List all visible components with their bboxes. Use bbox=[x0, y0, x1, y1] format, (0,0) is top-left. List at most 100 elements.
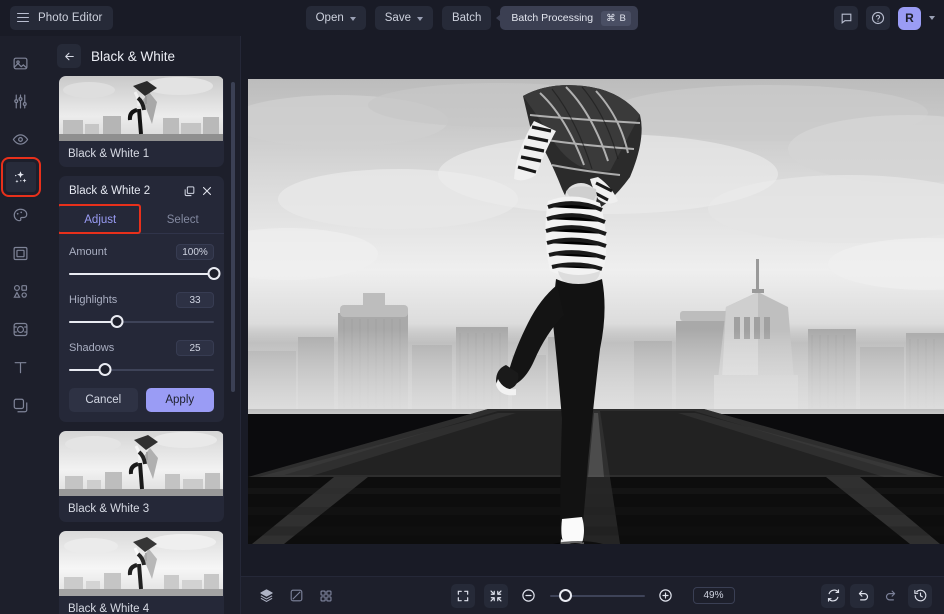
panel-scroll-area[interactable]: Black & White 1 Black & White 2 Adjust S… bbox=[41, 76, 240, 614]
canvas-area[interactable] bbox=[241, 36, 944, 576]
effects-panel: Black & White Black & White 1 Black & Wh… bbox=[41, 36, 241, 614]
grid-view-icon bbox=[319, 589, 333, 603]
fit-to-screen-button[interactable] bbox=[450, 583, 475, 608]
rail-item-focus-filter[interactable] bbox=[6, 314, 36, 344]
compare-split-icon bbox=[289, 588, 304, 603]
zoom-in-button[interactable] bbox=[654, 584, 678, 608]
action-buttons: Cancel Apply bbox=[69, 388, 214, 412]
history-button[interactable] bbox=[908, 583, 932, 608]
layers-stack-icon bbox=[259, 588, 274, 603]
rail-item-frame[interactable] bbox=[6, 238, 36, 268]
control-value[interactable]: 25 bbox=[176, 340, 214, 356]
hamburger-icon[interactable] bbox=[17, 12, 29, 23]
batch-button-label: Batch bbox=[451, 12, 482, 24]
zoom-out-icon bbox=[521, 588, 536, 603]
app-header: Photo Editor Open Save Batch Batch Proce… bbox=[0, 0, 944, 36]
save-button-label: Save bbox=[384, 12, 411, 24]
fit-to-screen-icon bbox=[456, 589, 470, 603]
rail-item-palette[interactable] bbox=[6, 200, 36, 230]
header-right-group: R bbox=[834, 0, 935, 36]
avatar[interactable]: R bbox=[898, 6, 921, 30]
control-label: Shadows bbox=[69, 342, 115, 354]
rail-item-text[interactable] bbox=[6, 352, 36, 382]
compare-button[interactable] bbox=[284, 584, 308, 608]
save-button[interactable]: Save bbox=[374, 6, 433, 30]
batch-button[interactable]: Batch bbox=[441, 6, 492, 30]
app-menu-button[interactable]: Photo Editor bbox=[10, 5, 113, 30]
preset-tabs: Adjust Select bbox=[59, 204, 225, 234]
preset-card[interactable]: Black & White 1 bbox=[59, 76, 224, 167]
rail-item-effects[interactable] bbox=[0, 157, 41, 197]
adjust-controls: Amount 100% Highlights 33 Shadows 25 Can… bbox=[59, 234, 224, 422]
history-controls bbox=[821, 583, 932, 608]
preset-thumbnail bbox=[59, 531, 224, 596]
active-preset-name: Black & White 2 bbox=[69, 185, 151, 197]
bottom-toolbar: 49% bbox=[241, 576, 944, 614]
zoom-slider[interactable] bbox=[549, 589, 645, 602]
slider-thumb[interactable] bbox=[98, 363, 112, 376]
slider-thumb[interactable] bbox=[207, 267, 221, 280]
panel-title: Black & White bbox=[91, 48, 176, 64]
tooltip-label: Batch Processing bbox=[511, 12, 594, 24]
rail-item-image[interactable] bbox=[6, 48, 36, 78]
slider-amount[interactable] bbox=[69, 267, 221, 281]
back-button[interactable] bbox=[57, 44, 81, 68]
chevron-down-icon bbox=[416, 16, 423, 21]
copy-icon[interactable] bbox=[180, 182, 198, 200]
slider-fill bbox=[69, 273, 214, 275]
preset-card[interactable]: Black & White 4 bbox=[59, 531, 224, 614]
redo-button[interactable] bbox=[879, 584, 903, 608]
layers-button[interactable] bbox=[254, 584, 278, 608]
panel-header: Black & White bbox=[41, 36, 240, 76]
zoom-in-icon bbox=[658, 588, 673, 603]
active-preset-card: Black & White 2 Adjust Select Amount 100… bbox=[59, 176, 224, 422]
control-label: Amount bbox=[69, 246, 107, 258]
photo-canvas[interactable] bbox=[248, 79, 944, 544]
grid-view-button[interactable] bbox=[314, 584, 338, 608]
control-highlights: Highlights 33 bbox=[69, 292, 214, 329]
tooltip-shortcut: ⌘ B bbox=[601, 10, 632, 26]
slider-shadows[interactable] bbox=[69, 363, 214, 377]
apply-button[interactable]: Apply bbox=[145, 388, 214, 412]
header-center-group: Open Save Batch Batch Processing ⌘ B bbox=[0, 0, 944, 36]
control-shadows: Shadows 25 bbox=[69, 340, 214, 377]
collapse-inward-icon bbox=[489, 589, 503, 603]
collapse-button[interactable] bbox=[483, 583, 508, 608]
slider-highlights[interactable] bbox=[69, 315, 214, 329]
rail-item-shapes[interactable] bbox=[6, 276, 36, 306]
chat-button[interactable] bbox=[834, 6, 858, 30]
rail-item-preview[interactable] bbox=[6, 124, 36, 154]
slider-thumb[interactable] bbox=[110, 315, 124, 328]
zoom-level-value[interactable]: 49% bbox=[692, 587, 735, 604]
redo-icon bbox=[884, 588, 899, 603]
help-circle-icon bbox=[871, 11, 885, 25]
rail-item-layers[interactable] bbox=[6, 390, 36, 420]
app-title: Photo Editor bbox=[38, 11, 103, 24]
tool-rail bbox=[0, 36, 41, 614]
panel-scrollbar[interactable] bbox=[231, 82, 235, 392]
preset-label: Black & White 3 bbox=[68, 503, 150, 515]
zoom-out-button[interactable] bbox=[517, 584, 541, 608]
batch-processing-tooltip: Batch Processing ⌘ B bbox=[496, 6, 639, 30]
active-preset-header: Black & White 2 bbox=[59, 176, 224, 206]
preset-label: Black & White 1 bbox=[68, 148, 150, 160]
preset-thumbnail bbox=[59, 76, 224, 141]
control-value[interactable]: 100% bbox=[176, 244, 214, 260]
undo-button[interactable] bbox=[850, 583, 874, 608]
zoom-slider-thumb[interactable] bbox=[559, 589, 572, 602]
open-button[interactable]: Open bbox=[305, 6, 366, 30]
preset-label: Black & White 4 bbox=[68, 603, 150, 614]
tab-adjust[interactable]: Adjust bbox=[59, 206, 142, 233]
arrow-left-icon bbox=[63, 50, 76, 63]
rail-item-adjustments[interactable] bbox=[6, 86, 36, 116]
control-amount: Amount 100% bbox=[69, 244, 221, 281]
help-button[interactable] bbox=[866, 6, 890, 30]
cancel-button[interactable]: Cancel bbox=[69, 388, 138, 412]
undo-icon bbox=[855, 588, 870, 603]
chevron-down-icon[interactable] bbox=[929, 16, 935, 20]
reset-button[interactable] bbox=[821, 583, 845, 608]
tab-select[interactable]: Select bbox=[142, 206, 225, 233]
close-x-icon[interactable] bbox=[198, 182, 216, 200]
preset-card[interactable]: Black & White 3 bbox=[59, 431, 224, 522]
control-value[interactable]: 33 bbox=[176, 292, 214, 308]
